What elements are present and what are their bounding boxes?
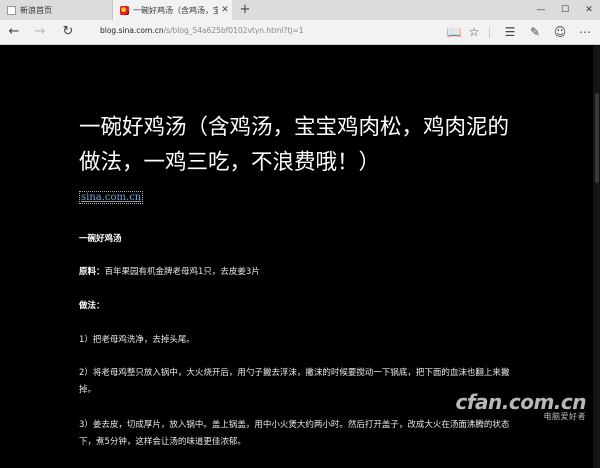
step-3: 3）姜去皮，切成厚片，放入锅中。盖上锅盖，用中小火煲大约两小时。然后打开盖子，改… [79, 420, 510, 447]
navigation-bar: ← → ↻ blog.sina.com.cn/s/blog_54a625bf01… [0, 20, 600, 44]
cfan-watermark: cfan.com.cn 电脑爱好者 [455, 390, 586, 422]
web-note-icon[interactable]: ✎ [526, 23, 544, 41]
step-2: 2）将老母鸡整只放入锅中，大火烧开后，用勺子撇去浮沫，撇沫的时候要搅动一下锅底，… [79, 368, 510, 395]
source-link[interactable]: sina.com.cn [79, 191, 144, 204]
reading-view-icon[interactable]: 📖 [445, 23, 463, 41]
step-1: 1）把老母鸡洗净，去掉头尾。 [79, 335, 195, 345]
article-title: 一碗好鸡汤（含鸡汤，宝宝鸡肉松，鸡肉泥的做法，一鸡三吃，不浪费哦！） [79, 115, 510, 175]
toolbar-divider [489, 27, 490, 38]
tab-bar: 新浪首页 一碗好鸡汤（含鸡汤，宝 ✕ + — ☐ ✕ [0, 0, 600, 20]
feedback-icon[interactable]: ☺ [551, 23, 569, 41]
new-tab-button[interactable]: + [236, 0, 254, 20]
hub-icon[interactable]: ☰ [501, 23, 519, 41]
tab-sina-home[interactable]: 新浪首页 [0, 0, 113, 20]
section-heading: 一碗好鸡汤 [79, 234, 122, 244]
minimize-button[interactable]: — [530, 0, 552, 20]
close-window-button[interactable]: ✕ [578, 0, 600, 20]
page-icon [7, 5, 16, 15]
sina-logo-icon [120, 5, 129, 15]
back-button[interactable]: ← [3, 22, 25, 42]
ingredients-text: 百年果园有机金牌老母鸡1只，去皮姜3片 [104, 267, 260, 277]
ingredients-label: 原料： [79, 267, 105, 277]
scrollbar-thumb[interactable] [595, 93, 599, 183]
url-host: blog.sina.com.cn [100, 26, 164, 35]
scrollbar-track[interactable] [593, 45, 600, 468]
method-label: 做法： [79, 301, 105, 311]
favorite-star-icon[interactable]: ☆ [465, 23, 483, 41]
tab-title: 新浪首页 [20, 5, 52, 15]
address-bar[interactable]: blog.sina.com.cn/s/blog_54a625bf0102vtyn… [100, 26, 304, 35]
tab-title: 一碗好鸡汤（含鸡汤，宝 [133, 5, 218, 15]
url-path: /s/blog_54a625bf0102vtyn.html?tj=1 [163, 26, 304, 35]
more-icon[interactable]: ⋯ [576, 23, 594, 41]
close-tab-icon[interactable]: ✕ [218, 5, 232, 15]
forward-button[interactable]: → [29, 22, 51, 42]
maximize-button[interactable]: ☐ [554, 0, 576, 20]
refresh-button[interactable]: ↻ [57, 22, 79, 42]
tab-article[interactable]: 一碗好鸡汤（含鸡汤，宝 ✕ [113, 0, 232, 20]
ingredients-paragraph: 原料：百年果园有机金牌老母鸡1只，去皮姜3片 [79, 264, 519, 281]
